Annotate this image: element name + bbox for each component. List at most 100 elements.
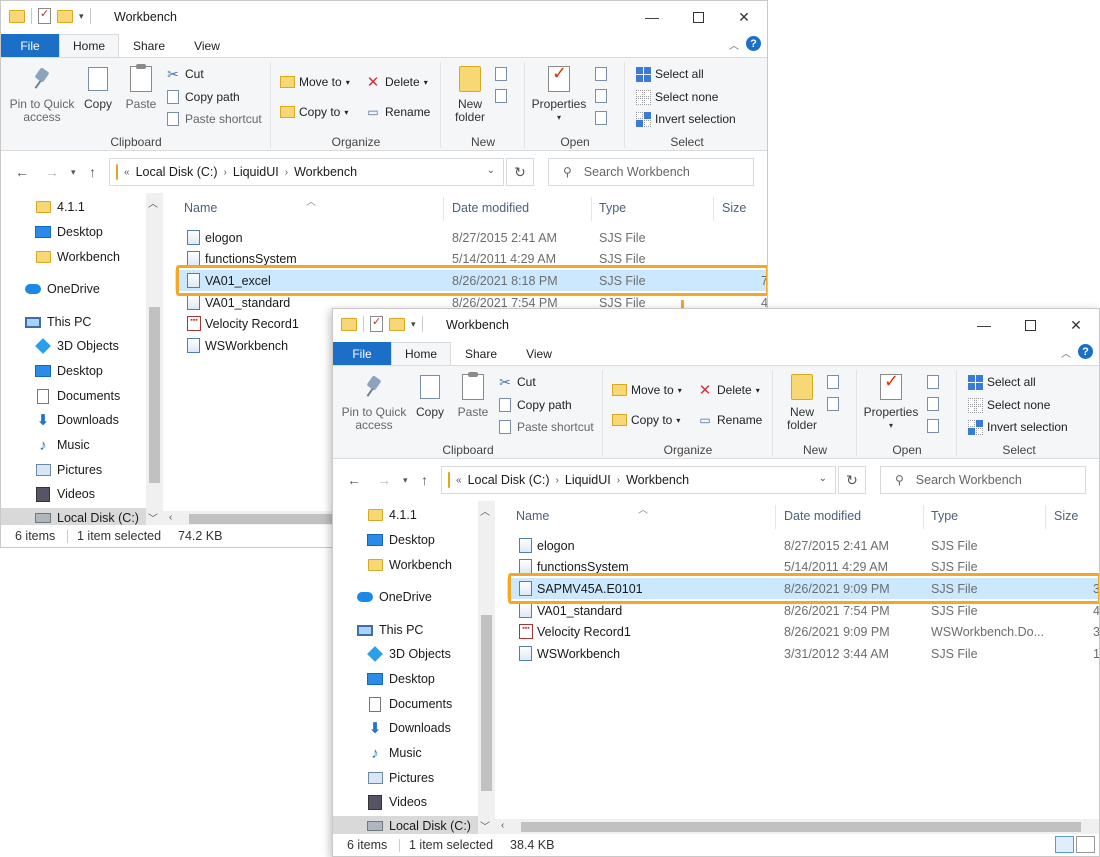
address-bar[interactable]: « Local Disk (C:) › LiquidUI › Workbench… xyxy=(109,158,504,186)
up-arrow-icon[interactable]: ↑ xyxy=(89,164,96,180)
copy-to-button[interactable]: Copy to ▾ xyxy=(279,104,348,120)
breadcrumb-local-disk[interactable]: Local Disk (C:) xyxy=(136,165,218,179)
column-header-date[interactable]: Date modified xyxy=(452,201,529,215)
copy-button[interactable]: Copy xyxy=(81,63,115,111)
back-arrow-icon[interactable]: ← xyxy=(347,472,361,488)
nav-item-3d-objects[interactable]: 3D Objects xyxy=(367,646,451,662)
help-icon[interactable]: ? xyxy=(746,36,761,51)
history-button[interactable] xyxy=(593,110,609,126)
easy-access-button[interactable] xyxy=(825,396,841,412)
column-header-size[interactable]: Size xyxy=(722,201,746,215)
minimize-button[interactable]: — xyxy=(961,309,1007,341)
new-folder-button[interactable]: New folder xyxy=(779,372,825,432)
close-button[interactable]: ✕ xyxy=(721,1,767,33)
new-folder-icon[interactable] xyxy=(57,9,73,23)
copy-path-button[interactable]: Copy path xyxy=(165,89,240,105)
nav-item-desktop-pc[interactable]: Desktop xyxy=(367,671,435,687)
pin-to-quick-access-button[interactable]: Pin to Quick access xyxy=(339,372,409,432)
properties-icon[interactable] xyxy=(38,7,51,24)
column-header-name[interactable]: Name xyxy=(184,201,217,215)
nav-item-pictures[interactable]: Pictures xyxy=(367,770,434,786)
select-none-button[interactable]: Select none xyxy=(635,89,718,105)
move-to-button[interactable]: Move to ▾ xyxy=(611,382,682,398)
properties-button[interactable]: Properties ▾ xyxy=(531,64,587,124)
customize-dropdown-icon[interactable]: ▾ xyxy=(79,11,84,22)
column-header-type[interactable]: Type xyxy=(599,201,626,215)
refresh-button[interactable]: ↻ xyxy=(838,466,866,494)
paste-button[interactable]: Paste xyxy=(455,372,491,419)
address-prefix[interactable]: « xyxy=(124,167,130,178)
nav-item-4-1-1[interactable]: 4.1.1 xyxy=(367,507,417,523)
maximize-button[interactable] xyxy=(1007,309,1053,341)
rename-button[interactable]: ▭ Rename xyxy=(365,104,430,120)
nav-item-onedrive[interactable]: OneDrive xyxy=(357,589,432,605)
tab-share[interactable]: Share xyxy=(453,342,509,365)
nav-item-this-pc[interactable]: This PC xyxy=(357,622,423,638)
nav-item-local-disk[interactable]: Local Disk (C:) xyxy=(333,816,478,836)
refresh-button[interactable]: ↻ xyxy=(506,158,534,186)
details-view-button[interactable] xyxy=(1055,836,1074,853)
column-header-size[interactable]: Size xyxy=(1054,509,1078,523)
tab-home[interactable]: Home xyxy=(391,342,451,365)
up-arrow-icon[interactable]: ↑ xyxy=(421,472,428,488)
nav-item-documents[interactable]: Documents xyxy=(35,388,120,404)
tab-home[interactable]: Home xyxy=(59,34,119,57)
nav-item-desktop[interactable]: Desktop xyxy=(35,224,103,240)
search-input[interactable]: ⚲ Search Workbench xyxy=(548,158,754,186)
nav-item-3d-objects[interactable]: 3D Objects xyxy=(35,338,119,354)
forward-arrow-icon[interactable]: → xyxy=(377,472,391,488)
horizontal-scrollbar[interactable]: ‹ xyxy=(495,819,1099,835)
nav-scrollbar[interactable]: ︿ ﹀ xyxy=(478,501,495,835)
tab-file[interactable]: File xyxy=(1,34,59,57)
column-header-name[interactable]: Name xyxy=(516,509,549,523)
invert-selection-button[interactable]: Invert selection xyxy=(967,419,1068,435)
new-item-button[interactable] xyxy=(825,374,841,390)
nav-item-pictures[interactable]: Pictures xyxy=(35,462,102,478)
new-item-button[interactable] xyxy=(493,66,509,82)
nav-item-downloads[interactable]: ⬇ Downloads xyxy=(367,720,451,737)
nav-item-downloads[interactable]: ⬇ Downloads xyxy=(35,412,119,429)
nav-item-videos[interactable]: Videos xyxy=(367,794,427,810)
invert-selection-button[interactable]: Invert selection xyxy=(635,111,736,127)
nav-item-desktop-pc[interactable]: Desktop xyxy=(35,363,103,379)
customize-dropdown-icon[interactable]: ▾ xyxy=(411,319,416,330)
delete-button[interactable]: ✕ Delete ▾ xyxy=(365,74,428,91)
edit-button[interactable] xyxy=(925,396,941,412)
address-bar[interactable]: « Local Disk (C:) › LiquidUI › Workbench… xyxy=(441,466,836,494)
edit-button[interactable] xyxy=(593,88,609,104)
history-button[interactable] xyxy=(925,418,941,434)
easy-access-button[interactable] xyxy=(493,88,509,104)
address-dropdown-icon[interactable]: ⌄ xyxy=(819,473,827,484)
close-button[interactable]: ✕ xyxy=(1053,309,1099,341)
copy-path-button[interactable]: Copy path xyxy=(497,397,572,413)
address-dropdown-icon[interactable]: ⌄ xyxy=(487,165,495,176)
cut-button[interactable]: ✂ Cut xyxy=(165,66,204,82)
column-header-date[interactable]: Date modified xyxy=(784,509,861,523)
minimize-button[interactable]: — xyxy=(629,1,675,33)
tab-view[interactable]: View xyxy=(511,342,567,365)
table-row[interactable]: WSWorkbench 3/31/2012 3:44 AM SJS File 1 xyxy=(507,643,1099,664)
breadcrumb-workbench[interactable]: Workbench xyxy=(626,473,689,487)
select-none-button[interactable]: Select none xyxy=(967,397,1050,413)
copy-button[interactable]: Copy xyxy=(413,371,447,419)
nav-item-music[interactable]: ♪ Music xyxy=(35,437,89,454)
column-header-type[interactable]: Type xyxy=(931,509,958,523)
properties-button[interactable]: Properties ▾ xyxy=(863,372,919,432)
breadcrumb-liquidui[interactable]: LiquidUI xyxy=(233,165,279,179)
properties-icon[interactable] xyxy=(370,315,383,332)
nav-scrollbar[interactable]: ︿ ﹀ xyxy=(146,193,163,527)
search-input[interactable]: ⚲ Search Workbench xyxy=(880,466,1086,494)
tab-share[interactable]: Share xyxy=(121,34,177,57)
rename-button[interactable]: ▭ Rename xyxy=(697,412,762,428)
recent-locations-icon[interactable]: ▾ xyxy=(403,475,408,486)
collapse-ribbon-icon[interactable]: ︿ xyxy=(729,37,739,52)
breadcrumb-local-disk[interactable]: Local Disk (C:) xyxy=(468,473,550,487)
nav-item-music[interactable]: ♪ Music xyxy=(367,745,421,762)
nav-item-this-pc[interactable]: This PC xyxy=(25,314,91,330)
delete-button[interactable]: ✕ Delete ▾ xyxy=(697,382,760,399)
paste-shortcut-button[interactable]: Paste shortcut xyxy=(497,419,594,435)
nav-item-workbench[interactable]: Workbench xyxy=(367,557,452,573)
back-arrow-icon[interactable]: ← xyxy=(15,164,29,180)
new-folder-button[interactable]: New folder xyxy=(447,64,493,124)
nav-item-desktop[interactable]: Desktop xyxy=(367,532,435,548)
